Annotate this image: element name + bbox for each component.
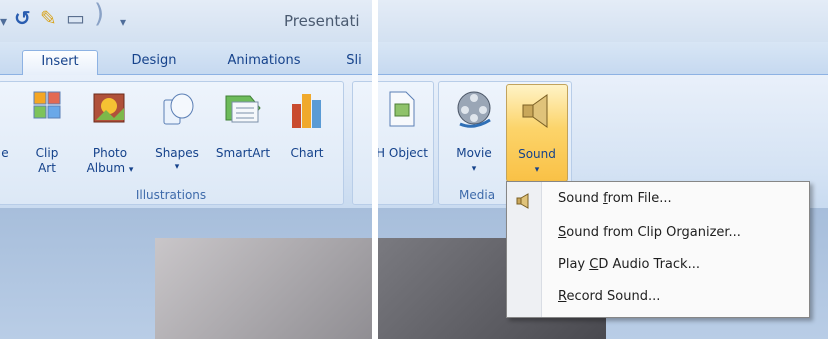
menu-item-sound-from-clip-organizer[interactable]: Sound from Clip Organizer... — [558, 225, 741, 240]
undo-icon[interactable]: ↺ — [14, 8, 31, 28]
clip-art-button[interactable]: Clip Art — [22, 90, 72, 180]
object-icon — [389, 91, 415, 127]
clip-art-icon — [33, 91, 61, 119]
sound-label: Sound — [518, 147, 556, 161]
chart-button[interactable]: Chart — [282, 90, 332, 180]
shapes-icon — [163, 93, 194, 125]
menu-text: D Audio Track... — [598, 257, 700, 272]
left-screenshot-panel: ▾ ↺ ✎ ▭ ) ▾ Presentati Insert Design Ani… — [0, 0, 372, 339]
menu-text: rom File... — [607, 191, 672, 206]
menu-text: Play — [558, 257, 590, 272]
qat-arrow-icon[interactable]: ▾ — [0, 12, 7, 32]
tab-design[interactable]: Design — [116, 50, 192, 74]
chart-label: Chart — [290, 146, 324, 160]
smartart-icon — [225, 95, 261, 123]
shapes-label: Shapes — [155, 146, 199, 160]
smartart-button[interactable]: SmartArt — [208, 90, 278, 180]
object-label: Object — [388, 146, 428, 160]
tab-insert[interactable]: Insert — [22, 50, 98, 75]
sound-button[interactable]: Sound ▾ — [506, 84, 568, 182]
movie-dropdown-icon[interactable]: ▾ — [446, 162, 502, 177]
clip-art-label-line2: Art — [38, 161, 56, 175]
menu-item-record-sound[interactable]: Record Sound... — [558, 289, 660, 304]
photo-album-label-line1: Photo — [92, 146, 128, 160]
clip-art-label-line1: Clip — [35, 146, 59, 160]
menu-item-sound-from-file[interactable]: Sound from File... — [558, 191, 672, 206]
shapes-button[interactable]: Shapes ▾ — [148, 90, 206, 180]
tab-animations[interactable]: Animations — [212, 50, 316, 74]
menu-item-play-cd-audio-track[interactable]: Play CD Audio Track... — [558, 257, 700, 272]
qat-separator: ) — [94, 0, 105, 29]
shapes-dropdown-icon[interactable]: ▾ — [148, 160, 206, 175]
sound-dropdown-icon[interactable]: ▾ — [507, 163, 567, 178]
movie-reel-icon — [457, 91, 491, 128]
speaker-icon — [522, 94, 548, 128]
right-tab-row — [378, 42, 828, 75]
next-group-edge — [352, 81, 372, 205]
slide-thumbnail[interactable] — [155, 238, 372, 339]
truncated-button-label: e — [1, 146, 9, 160]
movie-button[interactable]: Movie ▾ — [446, 90, 502, 180]
menu-accesskey: C — [589, 257, 599, 272]
menu-text: Sound — [558, 191, 604, 206]
photo-album-label-line2: Album — [86, 161, 126, 175]
chart-icon — [292, 94, 321, 128]
customize-qat-icon[interactable]: ▾ — [120, 12, 126, 32]
window-title: Presentati — [284, 12, 360, 30]
photo-album-dropdown-icon[interactable]: ▾ — [129, 165, 134, 175]
object-button[interactable]: H Object — [378, 90, 430, 180]
new-document-icon[interactable]: ▭ — [66, 8, 85, 28]
sound-file-icon — [516, 193, 529, 209]
tab-slide-show[interactable]: Sli — [334, 50, 372, 74]
title-bar: ▾ ↺ ✎ ▭ ) ▾ Presentati — [0, 0, 372, 42]
format-painter-icon[interactable]: ✎ — [40, 8, 57, 28]
photo-album-button[interactable]: Photo Album ▾ — [80, 90, 140, 180]
movie-label: Movie — [456, 146, 492, 160]
right-title-bar — [378, 0, 828, 42]
sound-dropdown-menu: Sound from File... Sound from Clip Organ… — [506, 181, 810, 318]
menu-text: ound from Clip Organizer... — [566, 225, 741, 240]
menu-text: ecord Sound... — [566, 289, 661, 304]
photo-album-icon — [93, 93, 125, 123]
illustrations-group-label: Illustrations — [135, 188, 207, 202]
hyperlink-fragment-label: H — [378, 146, 386, 160]
smartart-label: SmartArt — [215, 146, 271, 160]
